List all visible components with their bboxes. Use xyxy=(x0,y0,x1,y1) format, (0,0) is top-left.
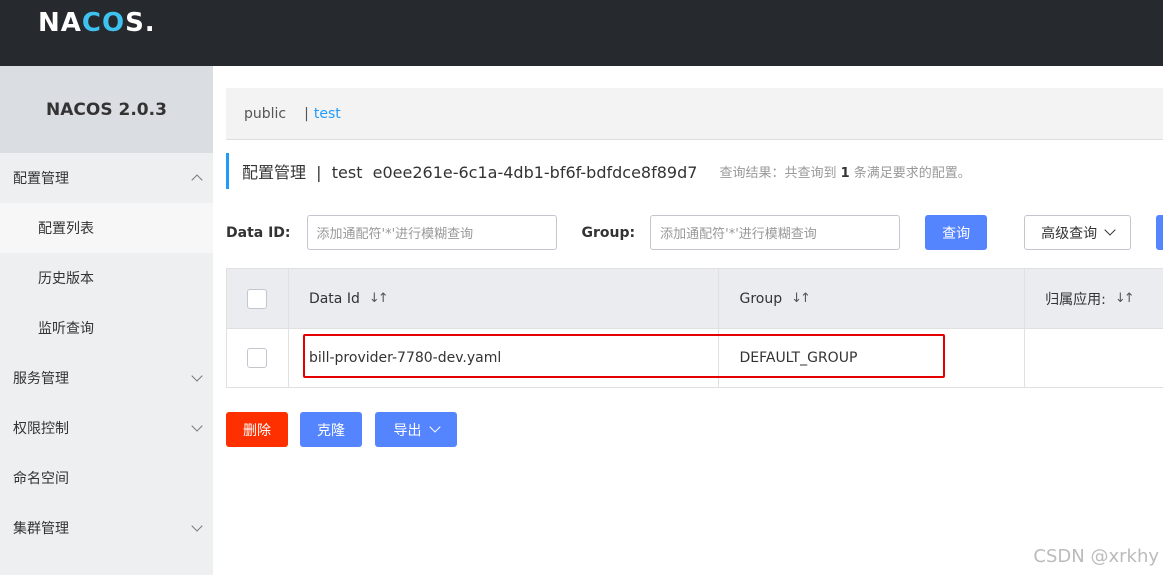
namespace-bar: public | test xyxy=(226,88,1163,140)
chevron-down-icon xyxy=(191,420,203,432)
batch-actions: 删除 克隆 导出 xyxy=(226,412,457,447)
sidebar-item-service-management[interactable]: 服务管理 xyxy=(0,353,213,403)
clone-button[interactable]: 克隆 xyxy=(300,412,362,447)
row-checkbox[interactable] xyxy=(247,348,268,368)
column-group[interactable]: Group ↓↑ xyxy=(719,269,1026,328)
chevron-down-icon xyxy=(1104,223,1116,236)
namespace-public[interactable]: public xyxy=(244,106,286,122)
sidebar-item-listening-query[interactable]: 监听查询 xyxy=(0,303,213,353)
namespace-test[interactable]: test xyxy=(314,106,341,122)
query-button[interactable]: 查询 xyxy=(925,215,988,250)
cell-app xyxy=(1025,329,1163,387)
nacos-logo[interactable]: NACOS. xyxy=(38,8,156,38)
sidebar-item-config-list[interactable]: 配置列表 xyxy=(0,203,213,253)
sidebar: NACOS 2.0.3 配置管理 配置列表 历史版本 监听查询 服务管理 权限控… xyxy=(0,66,213,575)
watermark: CSDN @xrkhy xyxy=(1033,546,1159,567)
chevron-up-icon xyxy=(191,174,203,186)
namespace-separator: | xyxy=(304,105,309,122)
sidebar-item-cluster-management[interactable]: 集群管理 xyxy=(0,503,213,553)
advanced-query-button[interactable]: 高级查询 xyxy=(1024,215,1132,250)
search-row: Data ID: 添加通配符'*'进行模糊查询 Group: 添加通配符'*'进… xyxy=(226,215,1163,250)
query-result-hint: 查询结果：共查询到 1 条满足要求的配置。 xyxy=(719,165,971,181)
sidebar-item-namespace[interactable]: 命名空间 xyxy=(0,453,213,503)
select-all-checkbox[interactable] xyxy=(247,288,268,309)
chevron-down-icon xyxy=(191,520,203,532)
more-button[interactable] xyxy=(1156,215,1163,250)
sort-icon[interactable]: ↓↑ xyxy=(1115,291,1135,306)
group-label: Group: xyxy=(581,224,636,241)
sort-icon[interactable]: ↓↑ xyxy=(369,291,389,306)
sidebar-item-config-management[interactable]: 配置管理 xyxy=(0,153,213,203)
table-header-row: Data Id ↓↑ Group ↓↑ 归属应用: ↓↑ xyxy=(227,269,1163,328)
data-id-input[interactable]: 添加通配符'*'进行模糊查询 xyxy=(306,215,557,250)
page-header: 配置管理 | test e0ee261e-6c1a-4db1-bf6f-bdfd… xyxy=(226,153,971,189)
top-header: NACOS. xyxy=(0,0,1163,66)
data-id-label: Data ID: xyxy=(226,224,291,241)
column-data-id[interactable]: Data Id ↓↑ xyxy=(289,269,720,328)
column-app[interactable]: 归属应用: ↓↑ xyxy=(1025,269,1163,328)
sort-icon[interactable]: ↓↑ xyxy=(791,291,811,306)
sidebar-title: NACOS 2.0.3 xyxy=(0,66,213,153)
chevron-down-icon xyxy=(191,370,203,382)
page-title: 配置管理 | test e0ee261e-6c1a-4db1-bf6f-bdfd… xyxy=(242,163,698,182)
group-input[interactable]: 添加通配符'*'进行模糊查询 xyxy=(650,215,901,250)
main-content: public | test 配置管理 | test e0ee261e-6c1a-… xyxy=(213,66,1163,575)
highlight-box xyxy=(303,334,945,378)
sidebar-item-access-control[interactable]: 权限控制 xyxy=(0,403,213,453)
export-button[interactable]: 导出 xyxy=(375,412,457,447)
sidebar-item-history[interactable]: 历史版本 xyxy=(0,253,213,303)
chevron-down-icon xyxy=(428,420,441,433)
delete-button[interactable]: 删除 xyxy=(226,412,288,447)
